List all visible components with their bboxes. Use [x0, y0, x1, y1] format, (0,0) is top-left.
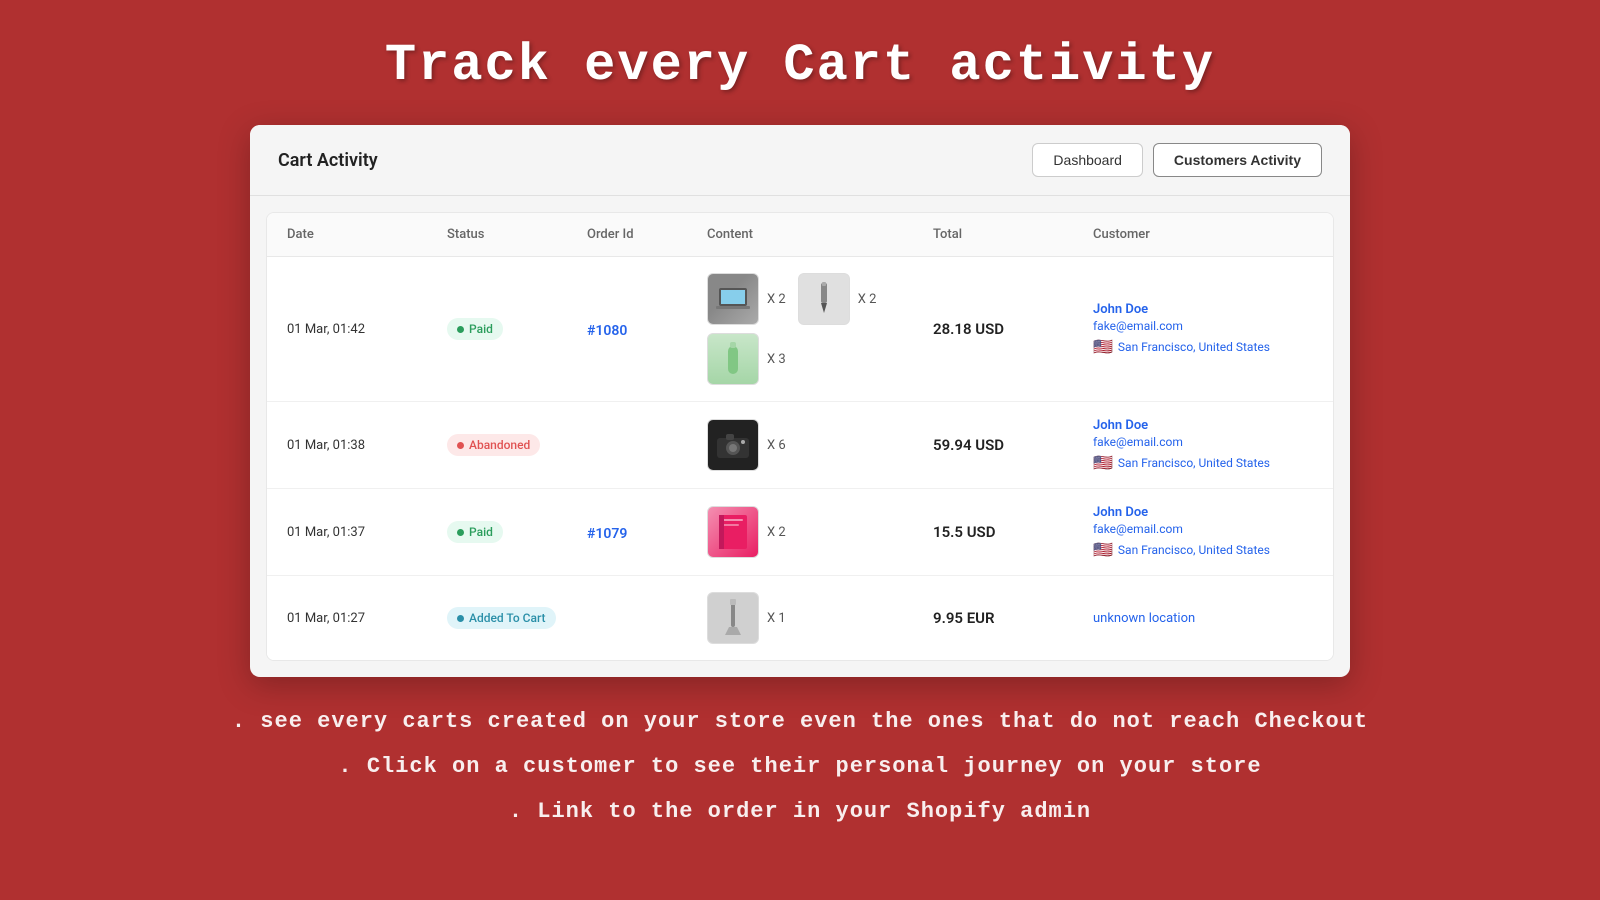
footer-texts: . see every carts created on your store … [0, 709, 1600, 864]
table-header: Date Status Order Id Content Total Custo… [267, 213, 1333, 257]
status-badge: Added To Cart [447, 607, 587, 630]
col-status: Status [447, 227, 587, 242]
content-cell: X 6 [707, 419, 933, 471]
product-image [798, 273, 850, 325]
customer-name-link[interactable]: John Doe [1093, 302, 1313, 317]
product-qty: X 2 [767, 292, 786, 307]
customer-email-link[interactable]: fake@email.com [1093, 435, 1313, 449]
dashboard-button[interactable]: Dashboard [1032, 143, 1143, 177]
customer-name-link[interactable]: John Doe [1093, 418, 1313, 433]
location-text: San Francisco, United States [1118, 543, 1270, 557]
order-id-cell: #1080 [587, 320, 707, 339]
customer-cell: unknown location [1093, 611, 1313, 626]
app-header: Cart Activity Dashboard Customers Activi… [250, 125, 1350, 196]
table-row: 01 Mar, 01:38 Abandoned X 6 59.94 USD Jo… [267, 402, 1333, 489]
product-image [707, 333, 759, 385]
cart-activity-table: Date Status Order Id Content Total Custo… [266, 212, 1334, 661]
table-row: 01 Mar, 01:42 Paid #1080 X 2 X 2 [267, 257, 1333, 402]
col-date: Date [287, 227, 447, 242]
flag-icon: 🇺🇸 [1093, 337, 1113, 356]
content-cell: X 2 [707, 506, 933, 558]
col-order-id: Order Id [587, 227, 707, 242]
order-id-cell: #1079 [587, 523, 707, 542]
status-badge: Abandoned [447, 434, 587, 457]
row-date: 01 Mar, 01:27 [287, 611, 447, 626]
row-date: 01 Mar, 01:38 [287, 438, 447, 453]
content-cell: X 2 X 2 X 3 [707, 273, 933, 385]
order-link[interactable]: #1079 [587, 526, 627, 542]
product-qty: X 6 [767, 438, 786, 453]
order-link[interactable]: #1080 [587, 323, 627, 339]
col-total: Total [933, 227, 1093, 242]
footer-line-1: . see every carts created on your store … [232, 709, 1368, 734]
col-customer: Customer [1093, 227, 1313, 242]
location-text: San Francisco, United States [1118, 456, 1270, 470]
total-value: 9.95 EUR [933, 609, 1093, 627]
flag-icon: 🇺🇸 [1093, 453, 1113, 472]
app-title: Cart Activity [278, 150, 378, 171]
total-value: 15.5 USD [933, 523, 1093, 541]
status-dot [457, 529, 464, 536]
customer-location-link[interactable]: 🇺🇸 San Francisco, United States [1093, 337, 1313, 356]
location-text: San Francisco, United States [1118, 340, 1270, 354]
customer-email-link[interactable]: fake@email.com [1093, 522, 1313, 536]
hero-title: Track every Cart activity [385, 36, 1215, 95]
header-buttons: Dashboard Customers Activity [1032, 143, 1322, 177]
status-badge: Paid [447, 318, 587, 341]
customers-activity-button[interactable]: Customers Activity [1153, 143, 1322, 177]
table-row: 01 Mar, 01:27 Added To Cart X 1 9.95 EUR… [267, 576, 1333, 660]
product-image [707, 273, 759, 325]
status-badge: Paid [447, 521, 587, 544]
col-content: Content [707, 227, 933, 242]
status-dot [457, 442, 464, 449]
content-cell: X 1 [707, 592, 933, 644]
total-value: 28.18 USD [933, 320, 1093, 338]
total-value: 59.94 USD [933, 436, 1093, 454]
customer-cell: John Doe fake@email.com 🇺🇸 San Francisco… [1093, 418, 1313, 472]
status-label: Abandoned [469, 438, 530, 452]
customer-location-link[interactable]: 🇺🇸 San Francisco, United States [1093, 453, 1313, 472]
status-label: Paid [469, 525, 493, 539]
product-qty: X 3 [767, 352, 786, 367]
status-label: Added To Cart [469, 611, 546, 625]
customer-email-link[interactable]: fake@email.com [1093, 319, 1313, 333]
footer-line-2: . Click on a customer to see their perso… [338, 754, 1261, 779]
product-qty: X 2 [858, 292, 877, 307]
customer-name-link[interactable]: John Doe [1093, 505, 1313, 520]
footer-line-3: . Link to the order in your Shopify admi… [509, 799, 1091, 824]
product-image [707, 419, 759, 471]
flag-icon: 🇺🇸 [1093, 540, 1113, 559]
status-dot [457, 326, 464, 333]
status-label: Paid [469, 322, 493, 336]
unknown-location-link[interactable]: unknown location [1093, 611, 1313, 626]
status-dot [457, 615, 464, 622]
row-date: 01 Mar, 01:37 [287, 525, 447, 540]
customer-location-link[interactable]: 🇺🇸 San Francisco, United States [1093, 540, 1313, 559]
product-qty: X 2 [767, 525, 786, 540]
product-qty: X 1 [767, 611, 786, 626]
customer-cell: John Doe fake@email.com 🇺🇸 San Francisco… [1093, 302, 1313, 356]
product-image [707, 592, 759, 644]
customer-cell: John Doe fake@email.com 🇺🇸 San Francisco… [1093, 505, 1313, 559]
product-image [707, 506, 759, 558]
table-row: 01 Mar, 01:37 Paid #1079 X 2 15.5 USD Jo… [267, 489, 1333, 576]
app-window: Cart Activity Dashboard Customers Activi… [250, 125, 1350, 677]
row-date: 01 Mar, 01:42 [287, 322, 447, 337]
